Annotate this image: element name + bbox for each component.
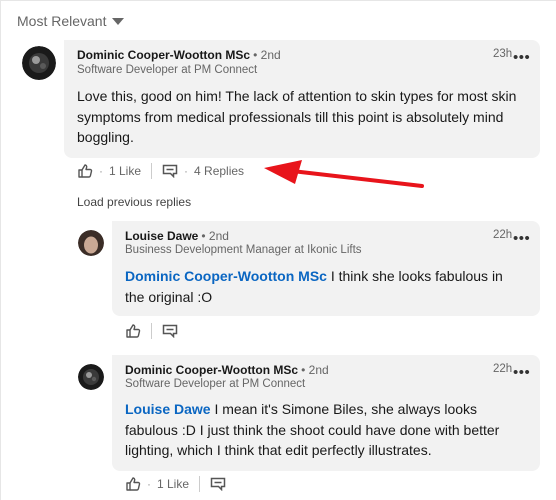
reply-author-row: Louise Dawe • 2nd — [125, 229, 229, 243]
like-count[interactable]: 1 Like — [109, 164, 141, 178]
divider — [151, 323, 152, 339]
more-options-icon[interactable]: ••• — [513, 231, 530, 246]
sort-dropdown[interactable]: Most Relevant — [17, 13, 125, 29]
like-icon[interactable] — [125, 476, 141, 492]
reply-icon[interactable] — [162, 324, 178, 338]
reply-timestamp: 22h — [493, 363, 513, 375]
reply-text: Dominic Cooper-Wootton MSc I think she l… — [125, 266, 525, 307]
more-options-icon[interactable]: ••• — [513, 365, 530, 380]
connection-degree: • 2nd — [201, 229, 229, 243]
like-icon[interactable] — [125, 323, 141, 339]
connection-degree: • 2nd — [301, 363, 329, 377]
divider — [199, 476, 201, 492]
reply-icon[interactable] — [210, 477, 226, 491]
comment-text: Love this, good on him! The lack of atte… — [77, 88, 517, 145]
separator-dot: · — [184, 164, 189, 178]
more-options-icon[interactable]: ••• — [513, 50, 530, 65]
mention-link[interactable]: Louise Dawe — [125, 401, 211, 417]
load-previous-replies-link[interactable]: Load previous replies — [77, 195, 191, 209]
frame-top-border — [0, 0, 556, 1]
caret-down-icon — [112, 17, 125, 25]
red-arrow-annotation — [264, 160, 424, 188]
like-icon[interactable] — [77, 163, 93, 179]
comment-actions: · 1 Like · 4 Replies — [77, 163, 244, 179]
reply-text: Louise Dawe I mean it's Simone Biles, sh… — [125, 399, 530, 461]
sort-label: Most Relevant — [17, 13, 107, 29]
reply-actions — [125, 323, 178, 339]
separator-dot: · — [147, 477, 151, 491]
reply-author-row: Dominic Cooper-Wootton MSc • 2nd — [125, 363, 329, 377]
like-count[interactable]: 1 Like — [157, 477, 189, 491]
mention-link[interactable]: Dominic Cooper-Wootton MSc — [125, 268, 327, 284]
reply-timestamp: 22h — [493, 229, 513, 241]
divider — [151, 163, 153, 179]
comment-timestamp: 23h — [493, 48, 513, 60]
avatar[interactable] — [78, 364, 104, 390]
comment-author-name[interactable]: Dominic Cooper-Wootton MSc — [77, 48, 250, 62]
avatar[interactable] — [22, 46, 56, 80]
avatar[interactable] — [78, 230, 104, 256]
reply-author-name[interactable]: Louise Dawe — [125, 229, 198, 243]
reply-author-headline: Business Development Manager at Ikonic L… — [125, 244, 362, 256]
reply-author-name[interactable]: Dominic Cooper-Wootton MSc — [125, 363, 298, 377]
comment-author-row: Dominic Cooper-Wootton MSc • 2nd — [77, 48, 281, 62]
reply-icon[interactable] — [162, 164, 178, 178]
comment-author-headline: Software Developer at PM Connect — [77, 64, 258, 76]
reply-author-headline: Software Developer at PM Connect — [125, 378, 306, 390]
connection-degree: • 2nd — [253, 48, 281, 62]
reply-actions: · 1 Like — [125, 476, 226, 492]
frame-left-border — [0, 0, 1, 500]
replies-count-link[interactable]: 4 Replies — [194, 164, 244, 178]
separator-dot: · — [99, 164, 103, 178]
